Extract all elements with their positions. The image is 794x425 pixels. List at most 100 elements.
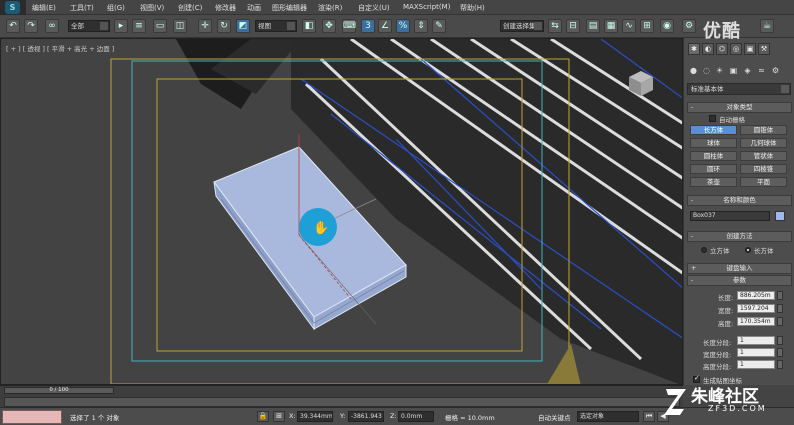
rollout-creation-method[interactable]: - 创建方法 [687,231,792,242]
lock-selection-icon[interactable]: 🔒 [257,411,269,422]
layer-manager-icon[interactable]: ▤ [586,19,600,33]
angle-snap-icon[interactable]: ∠ [378,19,392,33]
length-spinner[interactable] [777,291,783,300]
width-segs-input[interactable]: 1 [737,348,775,357]
geometry-icon[interactable]: ● [688,65,699,76]
display-tab-icon[interactable]: ▣ [744,43,756,55]
select-by-name-icon[interactable]: ≡ [132,19,146,33]
spacewarps-icon[interactable]: ≈ [756,65,767,76]
graphite-tools-icon[interactable]: ▦ [604,19,618,33]
hierarchy-tab-icon[interactable]: ⌬ [716,43,728,55]
helpers-icon[interactable]: ◈ [742,65,753,76]
modify-tab-icon[interactable]: ◐ [702,43,714,55]
cube-radio[interactable] [701,247,707,253]
menu-maxscript[interactable]: MAXScript(M) [403,3,450,11]
object-name-input[interactable]: Box037 [690,211,770,221]
key-filter-combo[interactable]: 选定对象 [577,411,639,422]
y-coord-input[interactable]: -3861.943 [348,411,384,422]
menu-create[interactable]: 创建(C) [178,3,202,13]
menu-tools[interactable]: 工具(T) [70,3,94,13]
menu-views[interactable]: 视图(V) [140,3,164,13]
create-tab-icon[interactable]: ✱ [688,43,700,55]
motion-tab-icon[interactable]: ◎ [730,43,742,55]
link-icon[interactable]: ∞ [45,19,59,33]
select-object-icon[interactable]: ▸ [114,19,128,33]
height-segs-input[interactable]: 1 [737,360,775,369]
move-icon[interactable]: ✛ [198,19,212,33]
object-color-swatch[interactable] [775,211,785,221]
lights-icon[interactable]: ☀ [714,65,725,76]
rollout-object-type[interactable]: - 对象类型 [687,102,792,113]
render-setup-icon[interactable]: ⚙ [682,19,696,33]
shapes-icon[interactable]: ◌ [701,65,712,76]
autogrid-checkbox[interactable] [709,115,716,122]
width-spinner[interactable] [777,304,783,313]
width-segs-spinner[interactable] [777,348,783,357]
rotate-icon[interactable]: ↻ [217,19,231,33]
percent-snap-icon[interactable]: % [396,19,410,33]
rollout-keyboard-entry[interactable]: + 键盘输入 [687,263,792,274]
length-input[interactable]: 886.205m [737,291,775,300]
tube-button[interactable]: 管状体 [740,151,787,161]
plane-button[interactable]: 平面 [740,177,787,187]
menu-rendering[interactable]: 渲染(R) [318,3,342,13]
length-segs-input[interactable]: 1 [737,336,775,345]
mirror-icon[interactable]: ⇆ [548,19,562,33]
utilities-tab-icon[interactable]: ⚒ [758,43,770,55]
undo-icon[interactable]: ↶ [6,19,20,33]
height-segs-spinner[interactable] [777,360,783,369]
teapot-button[interactable]: 茶壶 [690,177,737,187]
rollout-parameters[interactable]: - 参数 [687,275,792,286]
perspective-viewport[interactable]: [ + ] [ 透视 ] [ 平滑 + 高光 + 边面 ] ✋ [0,38,683,385]
width-input[interactable]: 1597.204 [737,304,775,313]
track-bar[interactable] [4,397,680,407]
height-input[interactable]: 170.354m [737,317,775,326]
box-radio[interactable] [745,247,751,253]
rollout-name-color[interactable]: - 名称和颜色 [687,195,792,206]
menu-help[interactable]: 帮助(H) [460,3,485,13]
z-coord-input[interactable]: 0.0mm [398,411,434,422]
box-button[interactable]: 长方体 [690,125,737,135]
window-crossing-icon[interactable]: ◫ [173,19,187,33]
pyramid-button[interactable]: 四棱锥 [740,164,787,174]
geosphere-button[interactable]: 几何球体 [740,138,787,148]
menu-customize[interactable]: 自定义(U) [358,3,390,13]
selection-filter-combo[interactable]: 全部 [68,20,110,32]
time-slider[interactable]: 0 / 100 [4,387,114,394]
spinner-snap-icon[interactable]: ⇕ [414,19,428,33]
viewcube-icon[interactable] [621,65,661,101]
named-selection-sets-combo[interactable]: 创建选择集 [500,20,544,32]
cameras-icon[interactable]: ▣ [728,65,739,76]
auto-key-button[interactable]: 自动关键点 [538,412,571,422]
menu-group[interactable]: 组(G) [107,3,125,13]
align-icon[interactable]: ⊟ [566,19,580,33]
systems-icon[interactable]: ⚙ [770,65,781,76]
sphere-button[interactable]: 球体 [690,138,737,148]
keyboard-shortcut-icon[interactable]: ⌨ [342,19,356,33]
cylinder-button[interactable]: 圆柱体 [690,151,737,161]
x-coord-input[interactable]: 39.344mm [297,411,333,422]
menu-graph-editors[interactable]: 图形编辑器 [272,3,307,13]
length-segs-spinner[interactable] [777,336,783,345]
select-manipulate-icon[interactable]: ✥ [322,19,336,33]
menu-animation[interactable]: 动画 [247,3,261,13]
maxscript-listener[interactable] [2,410,62,424]
rect-selection-icon[interactable]: ▭ [153,19,167,33]
scale-icon[interactable]: ◩ [236,19,250,33]
curve-editor-icon[interactable]: ∿ [622,19,636,33]
material-editor-icon[interactable]: ◉ [660,19,674,33]
height-spinner[interactable] [777,317,783,326]
reference-coord-combo[interactable]: 视图 [255,20,297,32]
goto-start-icon[interactable]: ⏮ [643,411,655,422]
schematic-view-icon[interactable]: ⊞ [640,19,654,33]
primitive-category-combo[interactable]: 标准基本体 [687,83,791,95]
viewport-label[interactable]: [ + ] [ 透视 ] [ 平滑 + 高光 + 边面 ] [6,43,114,53]
menu-modifiers[interactable]: 修改器 [215,3,236,13]
menu-edit[interactable]: 编辑(E) [32,3,56,13]
pivot-icon[interactable]: ◧ [302,19,316,33]
snap-3d-icon[interactable]: 3 [361,19,375,33]
application-button[interactable]: S [0,0,26,15]
redo-icon[interactable]: ↷ [24,19,38,33]
edit-named-sel-icon[interactable]: ✎ [432,19,446,33]
render-icon[interactable]: ☕ [760,19,774,33]
